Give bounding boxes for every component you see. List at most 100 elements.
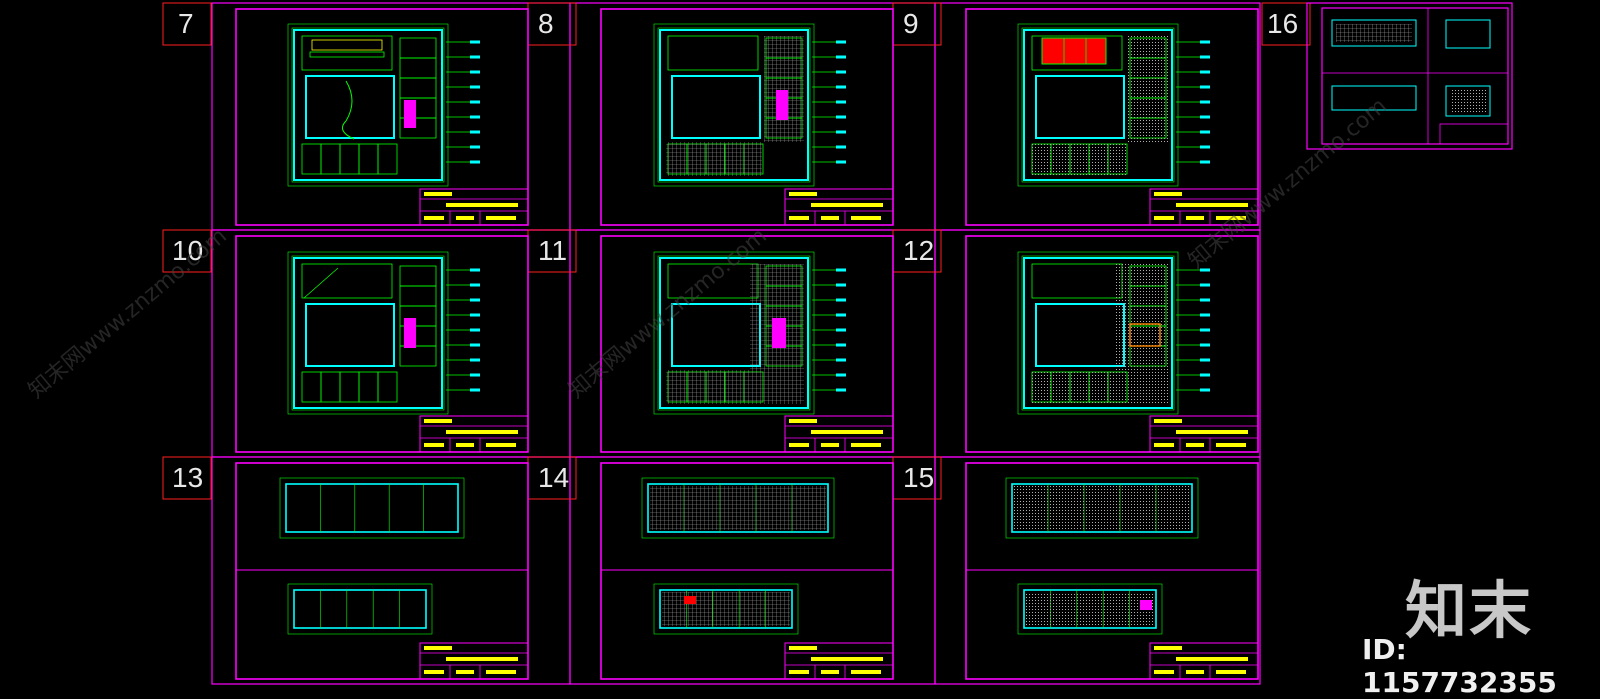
- title-block-text: [1186, 216, 1204, 220]
- floor-hatch: [666, 370, 804, 404]
- hall: [301, 263, 393, 299]
- leader-tag: [470, 388, 480, 392]
- sheet-label-7: 7: [178, 8, 194, 39]
- leader-tag: [836, 160, 846, 164]
- leader-tag: [470, 358, 480, 362]
- stair-highlight: [404, 318, 416, 348]
- leader-tag: [836, 100, 846, 104]
- title-block-text: [446, 430, 518, 434]
- title-block-text: [811, 657, 883, 661]
- title-block-text: [1154, 419, 1182, 423]
- room: [320, 371, 341, 403]
- leader-tag: [836, 358, 846, 362]
- drawing-frame: [600, 8, 894, 226]
- courtyard: [671, 75, 761, 139]
- title-block-text: [811, 430, 883, 434]
- leader-tag: [470, 343, 480, 347]
- title-block-text: [851, 670, 881, 674]
- title-block-text: [821, 670, 839, 674]
- landscape-path: [341, 80, 355, 140]
- title-block-text: [456, 670, 474, 674]
- elevation-dots: [1450, 90, 1486, 112]
- ceiling-feature: [1041, 37, 1107, 65]
- stair-highlight: [772, 318, 786, 348]
- room: [399, 285, 437, 307]
- title-block-16: [1439, 123, 1509, 145]
- sheet-frame: [211, 2, 571, 231]
- title-block-text: [486, 670, 516, 674]
- sheet-frame: [934, 2, 1261, 231]
- leader-tag: [836, 115, 846, 119]
- title-block-text: [456, 443, 474, 447]
- leader-tag: [1200, 115, 1210, 119]
- dimension-line: [287, 251, 449, 415]
- sheet-label-15: 15: [903, 462, 935, 493]
- leader-tag: [836, 343, 846, 347]
- leader-tag: [1200, 298, 1210, 302]
- title-block-text: [1216, 443, 1246, 447]
- room: [377, 143, 398, 175]
- room: [399, 77, 437, 99]
- drawing-frame: [235, 235, 529, 453]
- leader-tag: [470, 373, 480, 377]
- leader-tag: [470, 100, 480, 104]
- room: [377, 371, 398, 403]
- stair-highlight: [404, 100, 416, 128]
- leader-tag: [470, 130, 480, 134]
- room: [320, 143, 341, 175]
- title-block-text: [851, 443, 881, 447]
- title-block-text: [789, 646, 817, 650]
- watermark-id: ID: 1157732355: [1362, 633, 1557, 699]
- leader-tag: [470, 313, 480, 317]
- sheet-label-14: 14: [538, 462, 570, 493]
- floor-hatch: [750, 264, 804, 370]
- leader-tag: [1200, 283, 1210, 287]
- title-block-text: [789, 670, 809, 674]
- leader-tag: [470, 298, 480, 302]
- stair-highlight: [776, 90, 788, 120]
- leader-tag: [1200, 40, 1210, 44]
- title-block-text: [424, 443, 444, 447]
- title-block-text: [486, 216, 516, 220]
- leader-tag: [470, 268, 480, 272]
- hall: [301, 35, 393, 71]
- leader-tag: [836, 70, 846, 74]
- leader-tag: [1200, 160, 1210, 164]
- ceiling-pattern: [1114, 264, 1168, 370]
- leader-tag: [836, 298, 846, 302]
- room: [399, 345, 437, 367]
- leader-tag: [836, 55, 846, 59]
- leader-tag: [836, 283, 846, 287]
- room: [358, 143, 379, 175]
- room: [339, 371, 360, 403]
- title-block-text: [789, 192, 817, 196]
- leader-tag: [836, 145, 846, 149]
- title-block-text: [789, 419, 817, 423]
- dimension-line: [291, 255, 445, 411]
- elevation-view: [1445, 19, 1491, 49]
- title-block-text: [424, 419, 452, 423]
- floor-hatch: [764, 36, 804, 142]
- outer-wall: [285, 483, 459, 533]
- title-block-text: [1216, 670, 1246, 674]
- dimension-line: [279, 477, 465, 539]
- room: [339, 143, 360, 175]
- title-block-text: [1186, 443, 1204, 447]
- outer-wall: [293, 29, 443, 181]
- title-block-text: [811, 203, 883, 207]
- title-block-text: [424, 192, 452, 196]
- title-block-text: [1186, 670, 1204, 674]
- marker-red: [684, 596, 696, 604]
- title-block-text: [1176, 657, 1248, 661]
- leader-tag: [836, 85, 846, 89]
- title-block-text: [821, 443, 839, 447]
- leader-tag: [836, 313, 846, 317]
- title-block-text: [789, 216, 809, 220]
- leader-tag: [1200, 343, 1210, 347]
- room: [301, 143, 322, 175]
- dimension-line: [287, 583, 433, 635]
- courtyard: [1035, 75, 1125, 139]
- room: [301, 371, 322, 403]
- outer-wall: [293, 257, 443, 409]
- sheet-label-12: 12: [903, 235, 935, 266]
